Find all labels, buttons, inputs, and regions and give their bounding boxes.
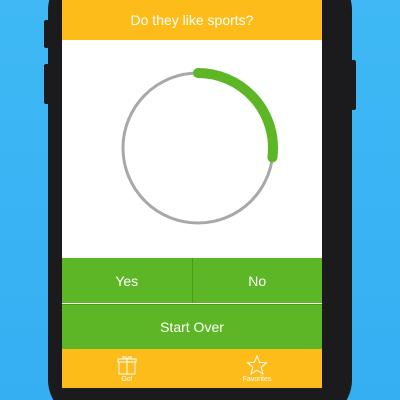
answer-buttons: Yes No [62, 258, 322, 303]
progress-ring [121, 68, 278, 225]
phone-volume-button [44, 64, 49, 104]
gift-icon [117, 355, 137, 374]
phone-power-button [351, 60, 356, 110]
tab-go-label: Go! [121, 375, 133, 383]
progress-arc [193, 68, 278, 163]
phone-side-button [44, 20, 49, 48]
app-screen: Do they like sports? Yes No Start Over G… [62, 0, 322, 388]
tab-favorites[interactable]: Favorites [192, 349, 322, 388]
no-button[interactable]: No [192, 258, 322, 303]
star-icon [246, 354, 268, 375]
tab-go[interactable]: Go! [62, 349, 192, 388]
start-over-button[interactable]: Start Over [62, 304, 322, 349]
tab-bar: Go! Favorites [62, 349, 322, 388]
question-title: Do they like sports? [130, 12, 254, 28]
tab-favorites-label: Favorites [242, 375, 272, 383]
progress-area [62, 40, 322, 258]
question-header: Do they like sports? [62, 0, 322, 40]
yes-button[interactable]: Yes [62, 258, 193, 303]
